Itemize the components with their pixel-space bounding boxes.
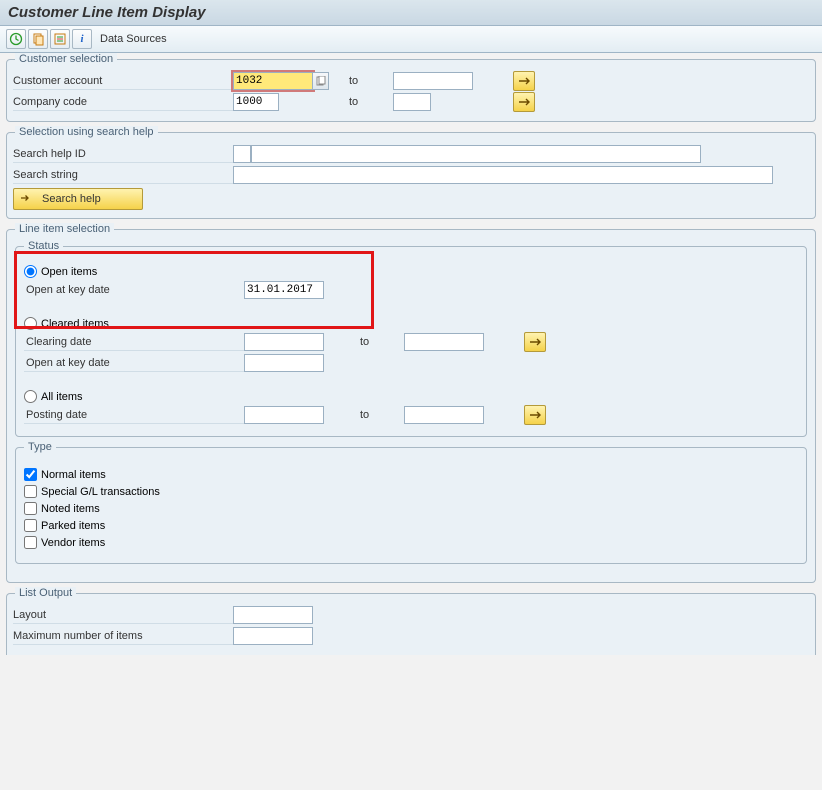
multiple-selection-button[interactable] xyxy=(513,71,535,91)
layout-label: Layout xyxy=(13,607,233,624)
normal-items-checkbox[interactable] xyxy=(24,468,37,481)
clearing-date-label: Clearing date xyxy=(24,334,244,351)
to-label: to xyxy=(343,75,393,87)
open-key-date-input[interactable] xyxy=(244,281,324,299)
max-items-input[interactable] xyxy=(233,627,313,645)
customer-account-label: Customer account xyxy=(13,73,233,90)
search-help-id-short-input[interactable] xyxy=(233,145,251,163)
page-title: Customer Line Item Display xyxy=(0,0,822,26)
search-string-label: Search string xyxy=(13,167,233,184)
posting-date-input[interactable] xyxy=(244,406,324,424)
max-items-label: Maximum number of items xyxy=(13,628,233,645)
noted-items-checkbox[interactable] xyxy=(24,502,37,515)
open-items-label: Open items xyxy=(41,266,97,278)
group-title: Line item selection xyxy=(15,223,114,235)
posting-date-to-input[interactable] xyxy=(404,406,484,424)
search-help-button-label: Search help xyxy=(42,193,101,205)
noted-items-label: Noted items xyxy=(41,503,100,515)
info-button[interactable]: i xyxy=(72,29,92,49)
cleared-items-radio[interactable] xyxy=(24,317,37,330)
subgroup-title: Type xyxy=(24,441,56,453)
type-subgroup: Type Normal items Special G/L transactio… xyxy=(15,447,807,564)
open-items-radio[interactable] xyxy=(24,265,37,278)
to-label: to xyxy=(354,409,404,421)
clearing-date-input[interactable] xyxy=(244,333,324,351)
data-sources-link[interactable]: Data Sources xyxy=(100,33,167,45)
clearing-date-to-input[interactable] xyxy=(404,333,484,351)
customer-account-to-input[interactable] xyxy=(393,72,473,90)
variant-button[interactable] xyxy=(28,29,48,49)
f4-help-icon[interactable] xyxy=(313,72,329,90)
vendor-items-checkbox[interactable] xyxy=(24,536,37,549)
dynamic-selections-button[interactable] xyxy=(50,29,70,49)
all-items-radio[interactable] xyxy=(24,390,37,403)
search-help-id-input[interactable] xyxy=(251,145,701,163)
list-output-group: List Output Layout Maximum number of ite… xyxy=(6,593,816,655)
multiple-selection-button[interactable] xyxy=(524,332,546,352)
company-code-to-input[interactable] xyxy=(393,93,431,111)
company-code-input[interactable] xyxy=(233,93,279,111)
multiple-selection-button[interactable] xyxy=(513,92,535,112)
group-title: List Output xyxy=(15,587,76,599)
multiple-selection-button[interactable] xyxy=(524,405,546,425)
search-string-input[interactable] xyxy=(233,166,773,184)
line-item-selection-group: Line item selection Status Open items Op… xyxy=(6,229,816,583)
open-key-date2-label: Open at key date xyxy=(24,355,244,372)
customer-account-input[interactable] xyxy=(233,72,313,90)
to-label: to xyxy=(354,336,404,348)
normal-items-label: Normal items xyxy=(41,469,106,481)
arrow-right-icon xyxy=(20,193,30,206)
layout-input[interactable] xyxy=(233,606,313,624)
status-subgroup: Status Open items Open at key date Clear… xyxy=(15,246,807,437)
open-key-date2-input[interactable] xyxy=(244,354,324,372)
to-label: to xyxy=(343,96,393,108)
posting-date-label: Posting date xyxy=(24,407,244,424)
special-gl-label: Special G/L transactions xyxy=(41,486,160,498)
toolbar: i Data Sources xyxy=(0,26,822,53)
execute-button[interactable] xyxy=(6,29,26,49)
special-gl-checkbox[interactable] xyxy=(24,485,37,498)
group-title: Selection using search help xyxy=(15,126,158,138)
search-help-group: Selection using search help Search help … xyxy=(6,132,816,219)
group-title: Customer selection xyxy=(15,53,117,65)
cleared-items-label: Cleared items xyxy=(41,318,109,330)
customer-selection-group: Customer selection Customer account to C… xyxy=(6,59,816,122)
vendor-items-label: Vendor items xyxy=(41,537,105,549)
all-items-label: All items xyxy=(41,391,83,403)
open-key-date-label: Open at key date xyxy=(24,282,244,298)
search-help-id-label: Search help ID xyxy=(13,146,233,163)
company-code-label: Company code xyxy=(13,94,233,111)
parked-items-checkbox[interactable] xyxy=(24,519,37,532)
subgroup-title: Status xyxy=(24,240,63,252)
parked-items-label: Parked items xyxy=(41,520,105,532)
search-help-button[interactable]: Search help xyxy=(13,188,143,210)
